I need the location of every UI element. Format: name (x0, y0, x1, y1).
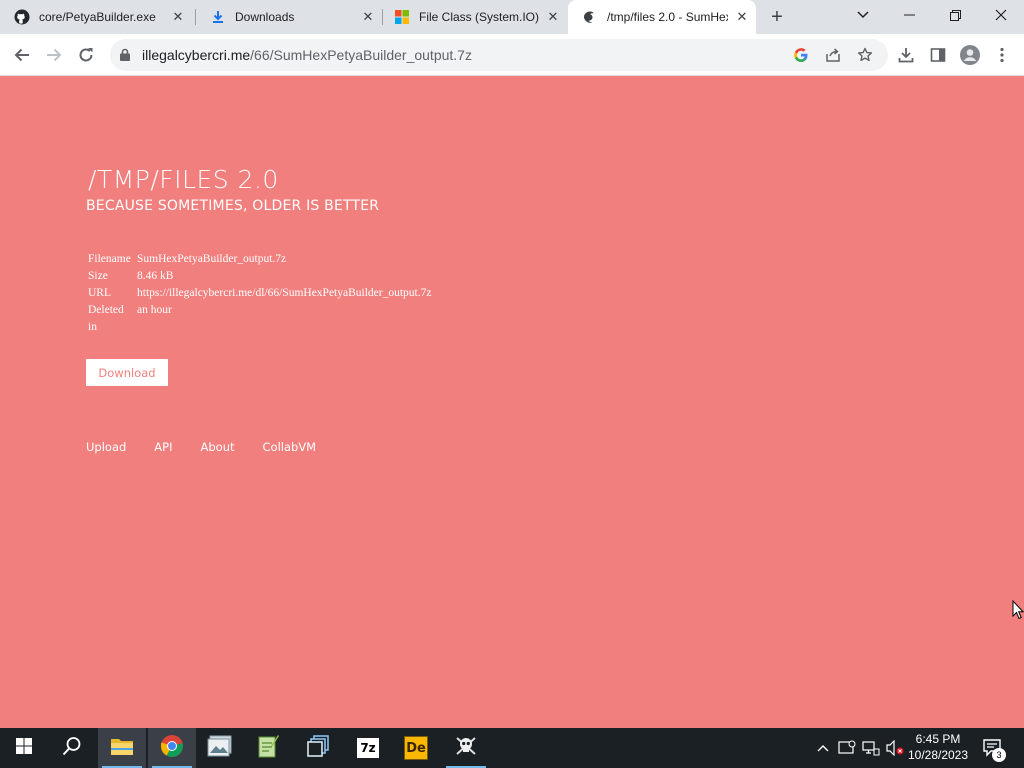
taskbar-app-file-explorer[interactable] (98, 728, 146, 768)
browser-toolbar: illegalcybercri.me/66/SumHexPetyaBuilder… (0, 34, 1024, 76)
footer-nav: Upload API About CollabVM (86, 440, 316, 454)
tab-file-class[interactable]: File Class (System.IO) | ✕ (380, 0, 567, 34)
action-center-icon[interactable]: 3 (978, 728, 1008, 768)
notepad-icon (257, 734, 279, 763)
reload-icon[interactable] (74, 43, 98, 67)
windows-taskbar: 7z De 6:45 PM 10/28/2023 3 (0, 728, 1024, 768)
close-icon[interactable]: ✕ (545, 9, 561, 25)
page-title: /TMP/FILES 2.0 (88, 165, 279, 194)
new-tab-button[interactable]: + (766, 6, 788, 28)
menu-kebab-icon[interactable] (990, 43, 1014, 67)
tab-strip: core/PetyaBuilder.exe ✕ Downloads ✕ File… (0, 0, 1024, 34)
tab-tmp-files[interactable]: /tmp/files 2.0 - SumHex ✕ (568, 0, 756, 34)
windows-stack-icon (307, 734, 329, 762)
search-icon (62, 736, 82, 761)
footer-link-about[interactable]: About (201, 440, 235, 454)
deleted-label: Deleted in (88, 304, 124, 333)
taskbar-app-image-viewer[interactable] (196, 728, 244, 768)
taskbar-app-chrome[interactable] (148, 728, 196, 768)
back-icon[interactable] (10, 43, 34, 67)
download-icon (210, 9, 226, 25)
site-icon (582, 9, 598, 25)
tab-title: /tmp/files 2.0 - SumHex (607, 10, 728, 24)
taskbar-app-7zip[interactable]: 7z (344, 728, 392, 768)
start-button[interactable] (0, 728, 48, 768)
minimize-icon[interactable] (886, 0, 932, 30)
share-icon[interactable] (824, 46, 842, 64)
address-bar[interactable]: illegalcybercri.me/66/SumHexPetyaBuilder… (110, 39, 888, 71)
volume-muted-icon[interactable] (884, 728, 906, 768)
tray-overflow-chevron-icon[interactable] (812, 728, 834, 768)
windows-logo-icon (16, 737, 32, 759)
github-icon (14, 9, 30, 25)
deleted-value: an hour (137, 304, 172, 316)
clock-time: 6:45 PM (915, 732, 961, 746)
tab-search-icon[interactable] (840, 0, 886, 30)
taskbar-app-petya[interactable] (442, 728, 490, 768)
taskbar-app-task-view[interactable] (294, 728, 342, 768)
info-row-filename: Filename SumHexPetyaBuilder_output.7z (86, 251, 433, 268)
clock-date: 10/28/2023 (907, 748, 969, 762)
skull-crossbones-icon (454, 734, 478, 763)
taskbar-clock[interactable]: 6:45 PM 10/28/2023 (906, 731, 970, 763)
tab-title: core/PetyaBuilder.exe (39, 10, 156, 24)
downloads-icon[interactable] (894, 43, 918, 67)
bookmark-star-icon[interactable] (856, 46, 874, 64)
microsoft-icon (394, 9, 410, 25)
defender-icon[interactable] (836, 728, 858, 768)
size-label: Size (88, 270, 108, 282)
chrome-icon (160, 734, 184, 763)
url-path: /66/SumHexPetyaBuilder_output.7z (250, 47, 472, 63)
google-lens-icon[interactable] (792, 46, 810, 64)
search-button[interactable] (48, 728, 96, 768)
page-subtitle: BECAUSE SOMETIMES, OLDER IS BETTER (86, 198, 380, 214)
page-content: /TMP/FILES 2.0 BECAUSE SOMETIMES, OLDER … (0, 77, 1024, 728)
info-row-deleted: Deleted in an hour (86, 302, 433, 336)
taskbar-app-de4dot[interactable]: De (392, 728, 440, 768)
download-button[interactable]: Download (86, 359, 168, 386)
file-info-table: Filename SumHexPetyaBuilder_output.7z Si… (86, 251, 433, 336)
network-icon[interactable] (860, 728, 882, 768)
info-row-url: URL https://illegalcybercri.me/dl/66/Sum… (86, 285, 433, 302)
tab-petyabuilder[interactable]: core/PetyaBuilder.exe ✕ (0, 0, 192, 34)
folder-icon (110, 736, 134, 761)
close-icon[interactable]: ✕ (170, 9, 186, 25)
tab-title: Downloads (235, 10, 295, 24)
7zip-icon: 7z (357, 738, 379, 758)
filename-label: Filename (88, 253, 131, 265)
close-icon[interactable]: ✕ (734, 9, 750, 25)
filename-value: SumHexPetyaBuilder_output.7z (137, 253, 287, 265)
image-viewer-icon (207, 735, 233, 762)
close-window-icon[interactable] (978, 0, 1024, 30)
forward-icon[interactable] (42, 43, 66, 67)
notification-count-badge: 3 (992, 748, 1006, 762)
profile-icon[interactable] (958, 43, 982, 67)
de-icon: De (404, 736, 428, 760)
taskbar-app-notepad-plus[interactable] (244, 728, 292, 768)
tab-downloads[interactable]: Downloads ✕ (196, 0, 382, 34)
url-value: https://illegalcybercri.me/dl/66/SumHexP… (137, 287, 432, 299)
url-text: illegalcybercri.me/66/SumHexPetyaBuilder… (142, 47, 472, 63)
url-label: URL (88, 287, 111, 299)
url-host: illegalcybercri.me (142, 47, 251, 63)
footer-link-api[interactable]: API (154, 440, 172, 454)
tab-title: File Class (System.IO) | (419, 10, 539, 24)
side-panel-icon[interactable] (926, 43, 950, 67)
lock-icon[interactable] (120, 48, 130, 66)
info-row-size: Size 8.46 kB (86, 268, 433, 285)
restore-icon[interactable] (932, 0, 978, 30)
footer-link-upload[interactable]: Upload (86, 440, 126, 454)
size-value: 8.46 kB (137, 270, 174, 282)
close-icon[interactable]: ✕ (360, 9, 376, 25)
footer-link-collabvm[interactable]: CollabVM (263, 440, 317, 454)
mouse-cursor-icon (1012, 599, 1024, 625)
